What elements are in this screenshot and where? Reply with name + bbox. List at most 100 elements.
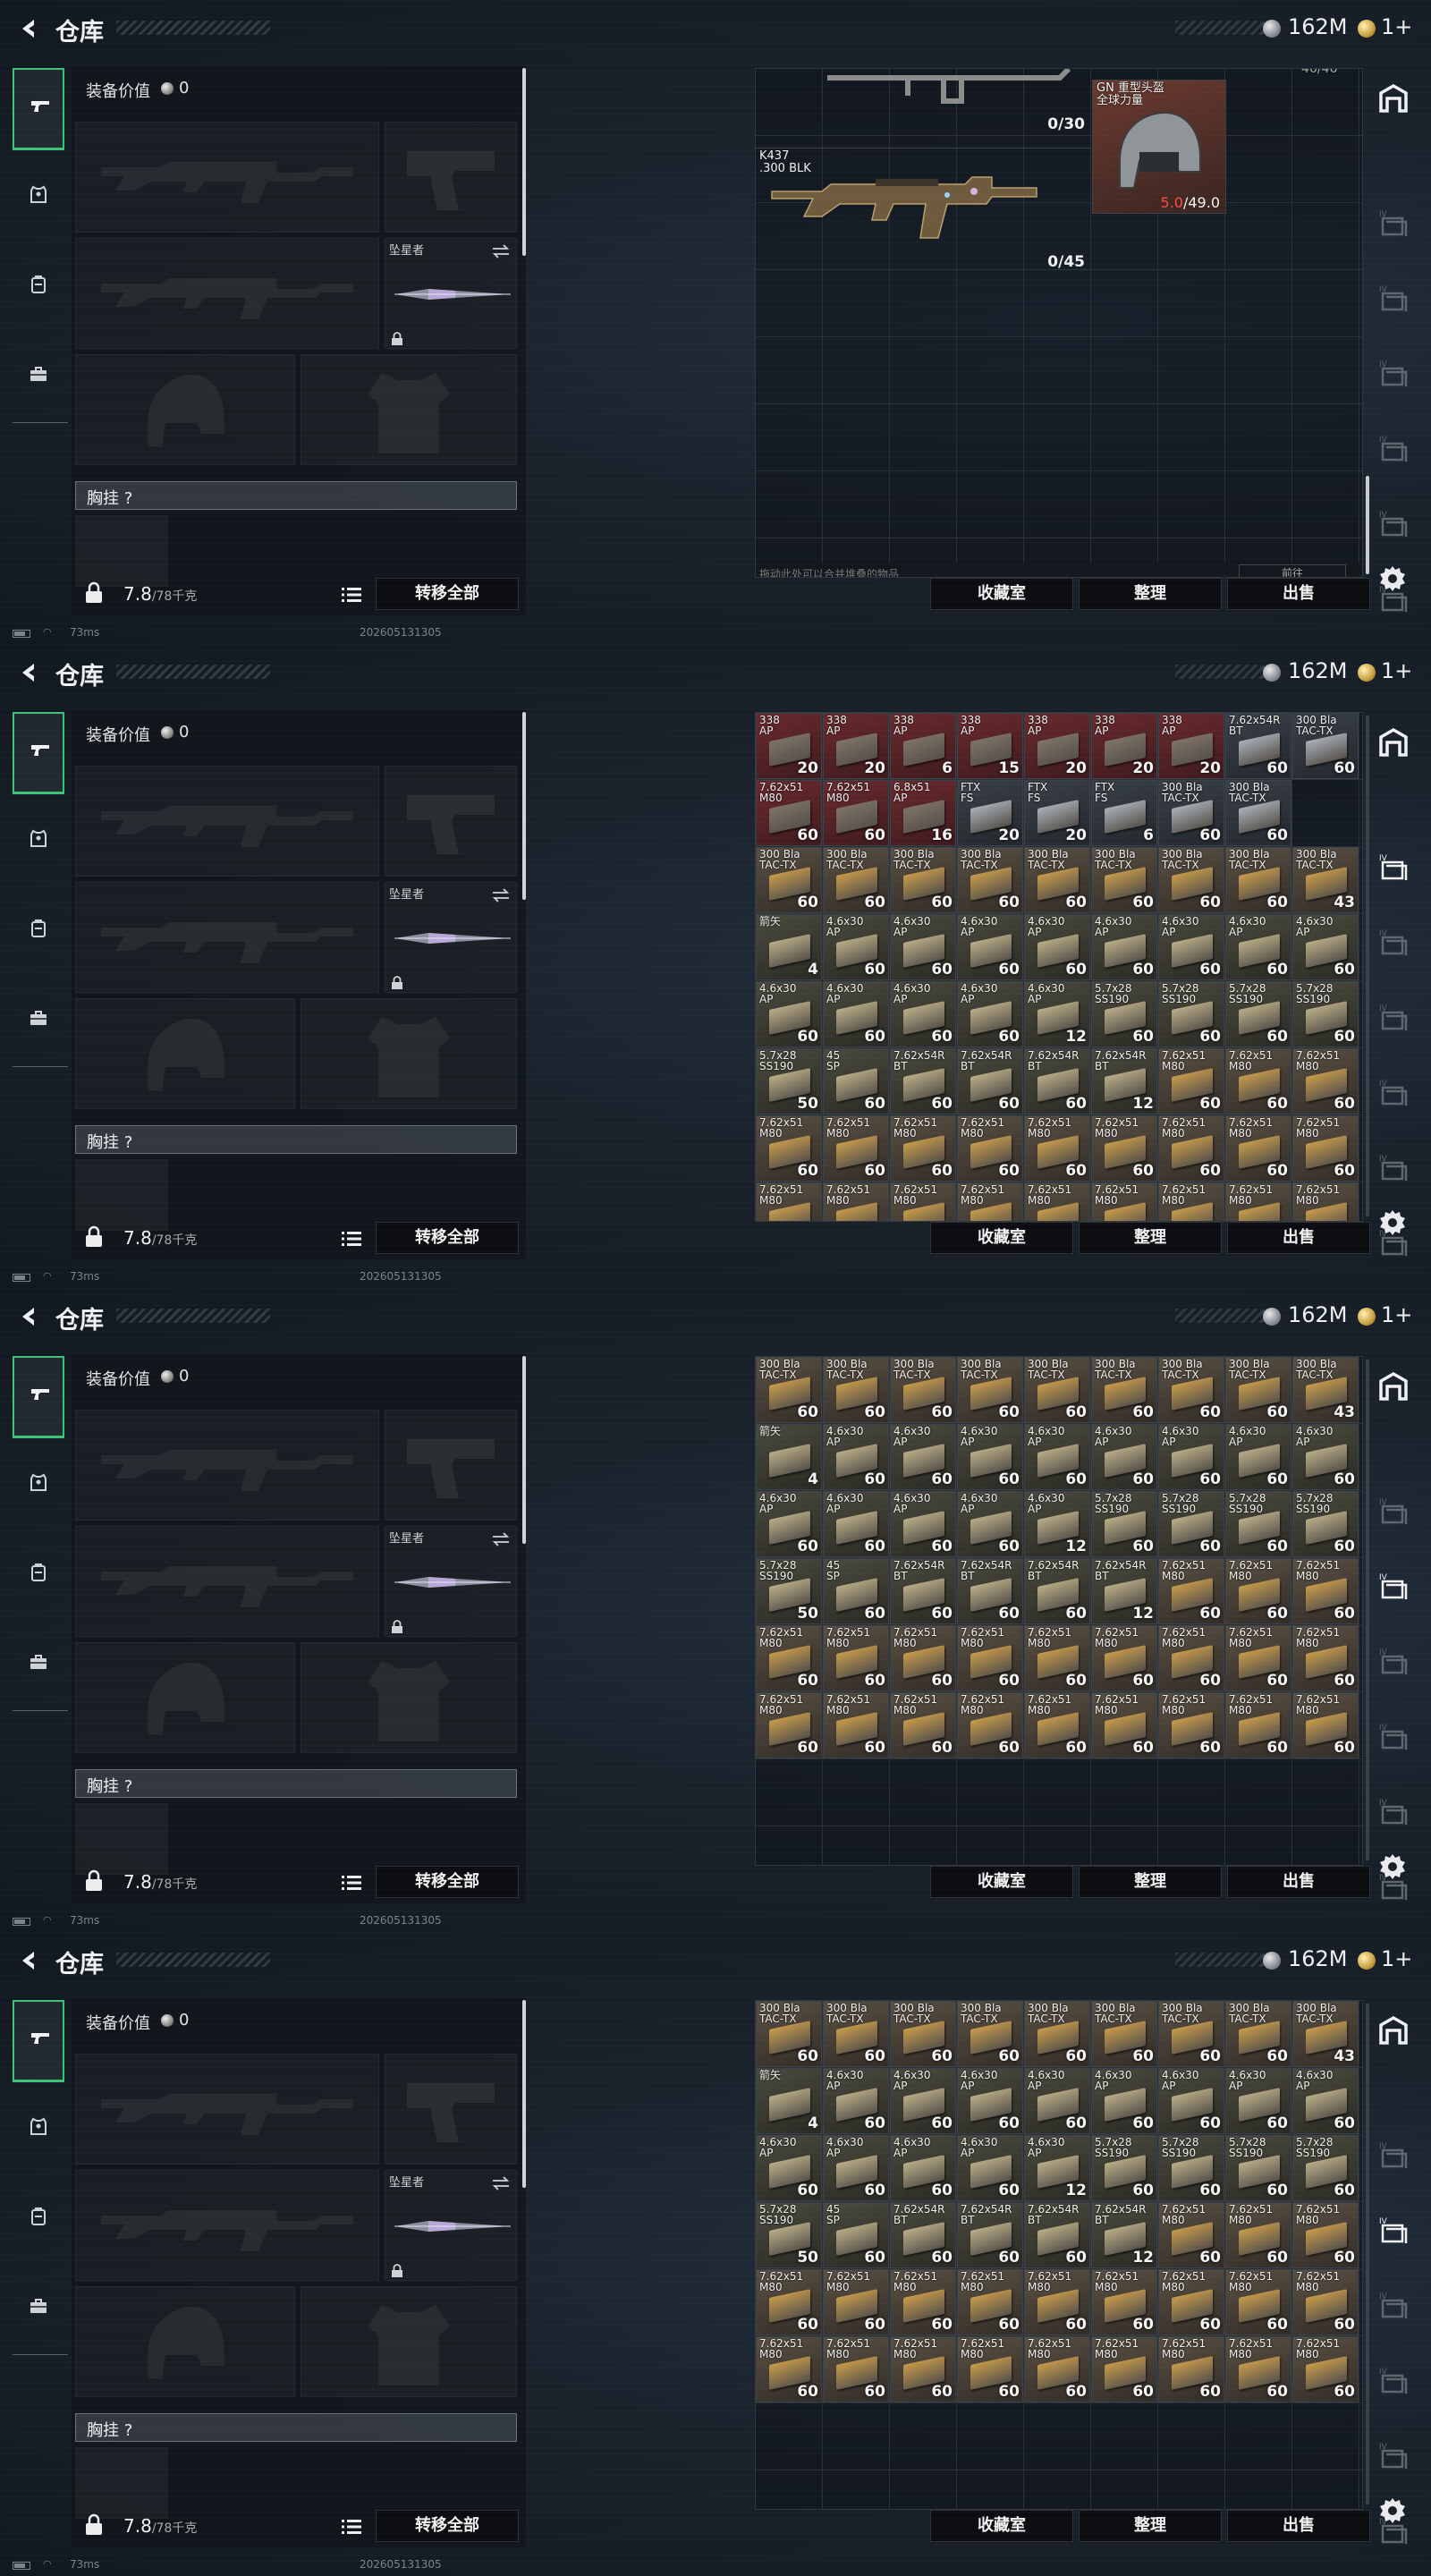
ammo-stack-cell[interactable]: 7.62x51 M8060 [890,1625,956,1691]
chest-rig-slot[interactable] [75,1159,168,1231]
warehouse-page-1-icon[interactable]: IV [1376,850,1411,886]
ammo-stack-cell[interactable]: 4.6x30 AP 60 [1158,914,1224,980]
warehouse-page-3-icon[interactable]: IV [1376,1000,1411,1036]
warehouse-page-2-icon[interactable]: IV [1376,2213,1411,2249]
ammo-stack-cell[interactable]: 4.6x30 AP 60 [1024,2068,1090,2134]
ammo-stack-cell[interactable]: 7.62x51 M8060 [756,1115,822,1182]
tab-weapons[interactable] [13,2000,64,2082]
ammo-stack-cell[interactable]: 5.7x28 SS190 50 [756,1048,822,1114]
ammo-stack-cell[interactable]: 338 AP 20 [1158,713,1224,779]
ammo-stack-cell[interactable]: 7.62x51 M8060 [823,1182,889,1221]
ammo-stack-cell[interactable]: FTX FS 20 [1024,780,1090,846]
warehouse-page-5-icon[interactable]: IV [1376,2438,1411,2474]
transfer-all-button[interactable]: 转移全部 [376,1866,519,1898]
ammo-stack-cell[interactable]: 箭矢 4 [756,914,822,980]
ammo-stack-cell[interactable]: 7.62x54R BT 60 [890,2202,956,2268]
ammo-stack-cell[interactable]: 4.6x30 AP 60 [1091,2068,1157,2134]
ammo-stack-cell[interactable]: 4.6x30 AP 60 [890,1424,956,1490]
swap-icon[interactable] [491,2176,511,2190]
sidearm-slot[interactable] [385,766,517,877]
ammo-stack-cell[interactable]: 4.6x30 AP 60 [823,1424,889,1490]
ammo-stack-cell[interactable]: 300 Bla TAC-TX 60 [1024,2001,1090,2067]
ammo-stack-cell[interactable]: 7.62x51 M8060 [1292,2336,1359,2402]
ammo-stack-cell[interactable]: 4.6x30 AP 60 [823,981,889,1047]
warehouse-page-3-icon[interactable]: IV [1376,356,1411,392]
ammo-stack-cell[interactable]: 4.6x30 AP 60 [1225,2068,1291,2134]
ammo-stack-cell[interactable]: 7.62x51 M8060 [957,2336,1023,2402]
ammo-stack-cell[interactable]: 300 Bla TAC-TX 43 [1292,1357,1359,1423]
ammo-stack-cell[interactable]: 300 Bla TAC-TX 60 [890,1357,956,1423]
chest-rig-header[interactable]: 胸挂 ? [75,481,517,510]
melee-slot[interactable]: 坠星者 [385,2170,517,2281]
chest-rig-slot[interactable] [75,1803,168,1875]
ammo-stack-cell[interactable]: 7.62x54R BT 60 [957,1558,1023,1624]
tab-weapons[interactable] [13,68,64,150]
ammo-stack-cell[interactable]: 338 AP 20 [823,713,889,779]
settings-gear-icon[interactable] [1377,564,1408,594]
ammo-stack-cell[interactable]: 338 AP 6 [890,713,956,779]
ammo-stack-cell[interactable]: 4.6x30 AP 60 [756,1491,822,1557]
back-arrow-icon[interactable] [14,14,43,43]
ammo-stack-cell[interactable]: 7.62x51 M8060 [1158,1692,1224,1758]
ammo-stack-cell[interactable]: 7.62x51 M8060 [756,1182,822,1221]
ammo-stack-cell[interactable]: 7.62x51 M8060 [823,1692,889,1758]
ammo-stack-cell[interactable]: 338 AP 15 [957,713,1023,779]
warehouse-page-1-icon[interactable]: IV [1376,1494,1411,1530]
ammo-stack-cell[interactable]: 5.7x28 SS190 60 [1091,981,1157,1047]
ammo-stack-cell[interactable]: 7.62x51 M8060 [1091,1182,1157,1221]
helmet-slot[interactable] [75,998,295,1109]
warehouse-page-4-icon[interactable]: IV [1376,431,1411,467]
ammo-stack-cell[interactable]: 箭矢 4 [756,1424,822,1490]
tab-case[interactable] [13,980,64,1063]
ammo-stack-cell[interactable]: 7.62x54R BT 60 [890,1558,956,1624]
ammo-stack-cell[interactable]: 4.6x30 AP 60 [890,2135,956,2201]
ammo-stack-cell[interactable]: 5.7x28 SS190 60 [1292,981,1359,1047]
tab-weapons[interactable] [13,1356,64,1438]
ammo-stack-cell[interactable]: 7.62x51 M8060 [890,2336,956,2402]
ammo-stack-cell[interactable]: 7.62x51 M8060 [1024,1625,1090,1691]
body-armor-slot[interactable] [301,2286,517,2397]
sell-button[interactable]: 出售 [1227,1866,1370,1898]
loadout-scrollbar[interactable] [522,1356,526,1544]
warehouse-page-1-icon[interactable]: IV [1376,206,1411,242]
ammo-stack-cell[interactable]: 7.62x51 M8060 [1158,2336,1224,2402]
ammo-stack-cell[interactable]: 7.62x51 M8060 [1292,1182,1359,1221]
ammo-stack-cell[interactable]: 5.7x28 SS190 60 [1225,1491,1291,1557]
warehouse-page-5-icon[interactable]: IV [1376,1794,1411,1830]
ammo-stack-cell[interactable]: 7.62x51 M8060 [1292,1048,1359,1114]
back-arrow-icon[interactable] [14,1302,43,1331]
tab-case[interactable] [13,2268,64,2351]
helmet-slot[interactable] [75,2286,295,2397]
transfer-all-button[interactable]: 转移全部 [376,2510,519,2542]
tab-backpack[interactable] [13,247,64,329]
sort-button[interactable]: 整理 [1079,1866,1222,1898]
sidearm-slot[interactable] [385,2054,517,2165]
warehouse-page-4-icon[interactable]: IV [1376,2363,1411,2399]
ammo-stack-cell[interactable]: 4.6x30 AP 60 [1024,1424,1090,1490]
favorites-button[interactable]: 收藏室 [930,2510,1073,2542]
ammo-stack-cell[interactable]: 7.62x51 M8060 [823,1625,889,1691]
ammo-stack-cell[interactable]: 7.62x54R BT 60 [1024,1048,1090,1114]
ammo-stack-cell[interactable]: 4.6x30 AP 60 [957,1491,1023,1557]
ammo-stack-cell[interactable]: 5.7x28 SS190 60 [1158,1491,1224,1557]
tab-case[interactable] [13,1624,64,1707]
ammo-stack-cell[interactable]: 7.62x51 M8060 [1024,2269,1090,2335]
ammo-stack-cell[interactable]: 7.62x51 M8060 [890,1115,956,1182]
ammo-stack-cell[interactable]: 6.8x51 AP 16 [890,780,956,846]
ammo-stack-cell[interactable]: 4.6x30 AP 60 [823,2068,889,2134]
ammo-stack-cell[interactable]: 7.62x51 M8060 [1225,1048,1291,1114]
ammo-stack-cell[interactable]: 4.6x30 AP 12 [1024,1491,1090,1557]
transfer-all-button[interactable]: 转移全部 [376,578,519,610]
ammo-stack-cell[interactable]: 300 Bla TAC-TX 60 [1225,1357,1291,1423]
warehouse-page-3-icon[interactable]: IV [1376,1644,1411,1680]
settings-gear-icon[interactable] [1377,1208,1408,1238]
tab-backpack[interactable] [13,1535,64,1617]
ammo-stack-cell[interactable]: 300 Bla TAC-TX 60 [756,847,822,913]
ammo-stack-cell[interactable]: 300 Bla TAC-TX 60 [957,1357,1023,1423]
ammo-stack-cell[interactable]: 7.62x51 M8060 [823,2336,889,2402]
swap-icon[interactable] [491,888,511,902]
primary-weapon-slot[interactable] [75,1410,379,1521]
ammo-stack-cell[interactable]: 7.62x51 M8060 [1024,2336,1090,2402]
ammo-stack-cell[interactable]: 4.6x30 AP 60 [823,914,889,980]
ammo-stack-cell[interactable]: 7.62x54R BT 60 [890,1048,956,1114]
